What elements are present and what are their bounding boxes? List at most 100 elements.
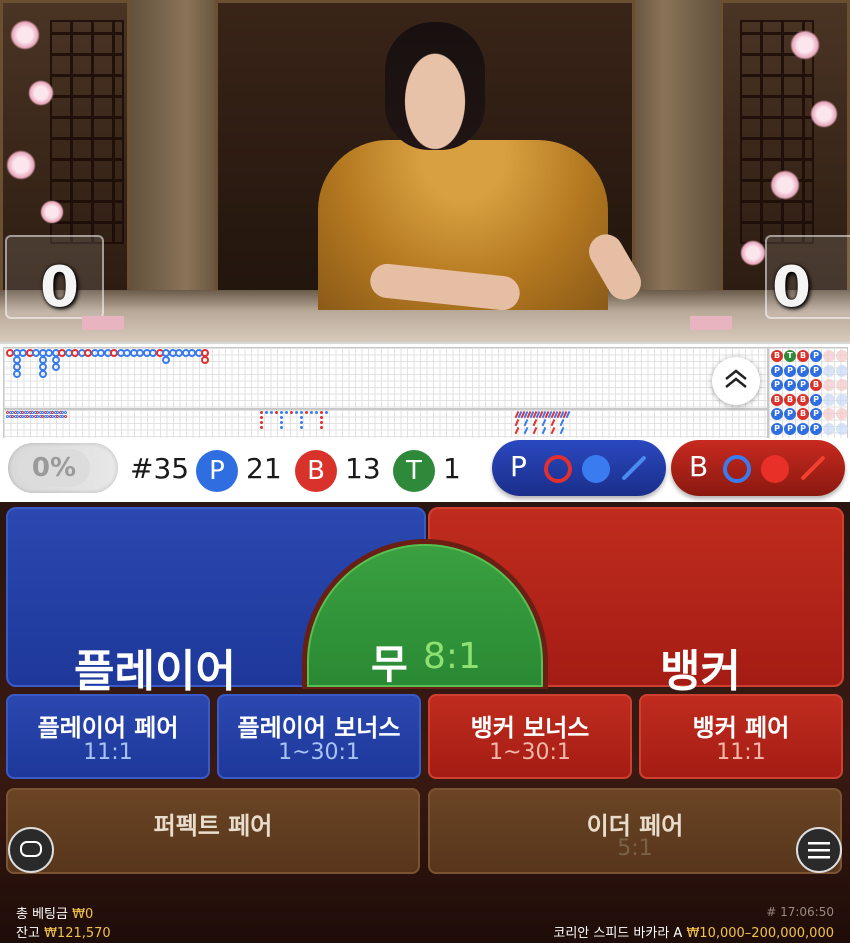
expand-roads-button[interactable] [712,357,760,405]
road-mark [280,421,283,424]
road-mark [532,419,537,426]
bead-road-placeholder [836,408,848,420]
bead-road-placeholder [836,364,848,377]
banker-pair-odds: 11:1 [716,740,766,765]
road-mark [541,419,546,426]
road-mark [280,411,283,414]
round-number: #35 [130,452,190,485]
bead-road-mark: B [797,408,809,420]
bead-road-placeholder [823,408,835,420]
player-pair-label: 플레이어 페어 [37,714,179,742]
banker-bonus-bet-spot[interactable]: 뱅커 보너스 1~30:1 [428,694,632,779]
tie-bet-label: 무 [371,642,408,688]
derived-roads [3,409,768,439]
player-predict-label: P [510,450,527,483]
banker-pair-label: 뱅커 페어 [692,714,790,742]
bead-road-placeholder [823,350,835,362]
road-mark [260,411,263,414]
bead-road-mark: P [784,422,796,435]
blossom [790,30,820,60]
total-bet: 총 베팅금 ₩0 [16,903,93,922]
road-mark [290,411,293,414]
bead-road-mark: P [771,379,783,391]
blossom [28,80,54,106]
bead-road-mark: P [810,408,822,420]
player-predict-button[interactable]: P [492,440,666,496]
player-bet-label: 플레이어 [74,646,236,697]
road-mark [51,363,60,371]
total-bet-label: 총 베팅금 [16,907,68,922]
bead-road-mark: P [797,422,809,435]
big-road [3,347,768,409]
player-pair-odds: 11:1 [83,740,133,765]
road-mark [300,426,303,429]
road-mark [275,411,278,414]
road-mark [260,421,263,424]
player-bonus-label: 플레이어 보너스 [237,714,401,742]
player-pair-bet-spot[interactable]: 플레이어 페어 11:1 [6,694,210,779]
banker-bonus-label: 뱅커 보너스 [470,714,590,742]
blossom [770,170,800,200]
bead-road-placeholder [823,364,835,377]
blue-ring-icon [723,455,751,483]
blossom [740,240,766,266]
bead-road-mark: B [797,350,809,362]
hamburger-icon [808,842,830,859]
road-mark [63,415,67,418]
road-mark [265,411,268,414]
either-pair-odds: 5:1 [617,836,653,861]
perfect-pair-bet-spot[interactable]: 퍼펙트 페어 [6,788,420,874]
road-mark [270,411,273,414]
bead-road-mark: P [784,364,796,377]
bead-road-mark: P [797,364,809,377]
road-mark [12,370,21,378]
chat-button[interactable] [8,827,54,873]
bead-road: BPPBPPTPPBPPBPPBBPPPBPPP [768,347,848,439]
player-count: 21 [246,452,282,485]
banker-count: 13 [345,452,381,485]
road-mark [559,427,564,434]
bead-road-placeholder [823,379,835,391]
scoreboard-roads[interactable]: BPPBPPTPPBPPBPPBBPPPBPPP [0,342,850,440]
card-box [82,316,124,330]
banker-predict-button[interactable]: B [671,440,845,496]
clock: # 17:06:50 [766,905,834,919]
perfect-pair-label: 퍼펙트 페어 [153,812,273,840]
menu-button[interactable] [796,827,842,873]
percent-toggle[interactable]: 0% [8,443,118,493]
player-bonus-bet-spot[interactable]: 플레이어 보너스 1~30:1 [217,694,421,779]
live-video: 0 0 [0,0,850,342]
road-mark [300,421,303,424]
player-badge: P [196,450,238,492]
bead-road-placeholder [823,393,835,406]
blue-dot-icon [582,455,610,483]
blossom [10,20,40,50]
road-mark [523,427,528,434]
bead-road-mark: P [771,408,783,420]
balance-label: 잔고 [16,926,40,941]
road-mark [315,411,318,414]
red-slash-icon [800,455,826,481]
road-mark [550,419,555,426]
banker-bet-label: 뱅커 [660,646,741,697]
balance-value: ₩121,570 [44,926,111,941]
road-mark [320,416,323,419]
bead-road-mark: P [784,408,796,420]
road-mark [532,427,537,434]
balance: 잔고 ₩121,570 [16,922,111,941]
betting-area: 플레이어 뱅커 무 8:1 플레이어 페어 11:1 플레이어 보너스 1~30… [0,502,850,943]
banker-pair-bet-spot[interactable]: 뱅커 페어 11:1 [639,694,843,779]
blue-slash-icon [621,455,647,481]
tie-badge: T [393,450,435,492]
road-mark [550,427,555,434]
either-pair-bet-spot[interactable]: 이더 페어 5:1 [428,788,842,874]
bead-road-mark: P [810,350,822,362]
road-mark [541,427,546,434]
bet-limits: ₩10,000–200,000,000 [686,926,834,941]
road-mark [514,419,519,426]
card-box [690,316,732,330]
road-mark [514,427,519,434]
table-info: 코리안 스피드 바카라 A ₩10,000–200,000,000 [553,922,834,941]
blossom [40,200,64,224]
bead-road-mark: P [771,422,783,435]
